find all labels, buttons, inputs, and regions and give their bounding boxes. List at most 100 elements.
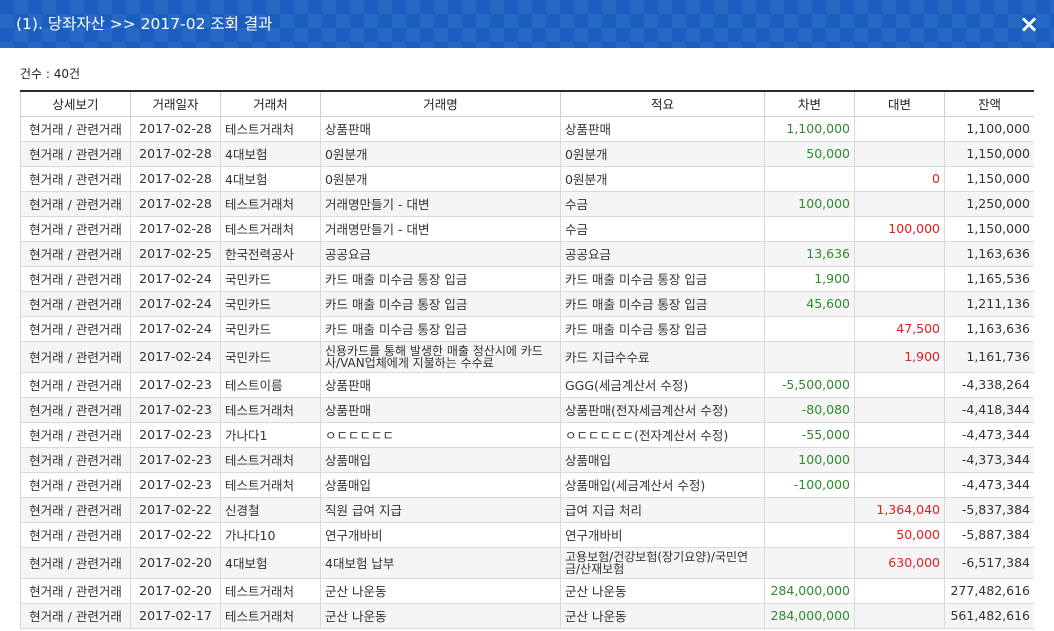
cell-memo: 고용보험/건강보험(장기요양)/국민연금/산재보험	[560, 546, 765, 579]
cell-balance: 1,150,000	[944, 140, 1034, 167]
dialog-title: (1). 당좌자산 >> 2017-02 조회 결과	[16, 15, 273, 33]
cell-transaction-name: 카드 매출 미수금 통장 입금	[320, 315, 561, 342]
cell-transaction-name: 연구개바비	[320, 521, 561, 548]
table-row[interactable]: 현거래 / 관련거래 2017-02-23 테스트거래처 상품매입 상품매입(세금계산서…	[20, 471, 1034, 498]
cell-transaction-name: 카드 매출 미수금 통장 입금	[320, 290, 561, 317]
cell-date: 2017-02-24	[130, 290, 221, 317]
cell-debit: -80,080	[764, 396, 855, 423]
table-row[interactable]: 현거래 / 관련거래 2017-02-24 국민카드 카드 매출 미수금 통장 입금 카…	[20, 290, 1034, 317]
cell-credit	[854, 265, 945, 292]
table-row[interactable]: 현거래 / 관련거래 2017-02-22 신경철 직원 급여 지급 급여 지급 처리 1…	[20, 496, 1034, 523]
cell-debit: 50,000	[764, 140, 855, 167]
cell-detail-link[interactable]: 현거래 / 관련거래	[20, 240, 131, 267]
cell-balance: -6,517,384	[944, 546, 1034, 579]
table-row[interactable]: 현거래 / 관련거래 2017-02-20 4대보험 4대보험 납부 고용보험/건강보험…	[20, 546, 1034, 579]
cell-date: 2017-02-23	[130, 421, 221, 448]
cell-balance: -4,373,344	[944, 446, 1034, 473]
column-header-debit[interactable]: 차변	[764, 92, 855, 117]
cell-memo: 상품매입(세금계산서 수정)	[560, 471, 765, 498]
table-row[interactable]: 현거래 / 관련거래 2017-02-25 한국전력공사 공공요금 공공요금 13,636…	[20, 240, 1034, 267]
cell-debit: 100,000	[764, 446, 855, 473]
cell-memo: 공공요금	[560, 240, 765, 267]
cell-credit	[854, 396, 945, 423]
cell-debit	[764, 315, 855, 342]
cell-date: 2017-02-20	[130, 577, 221, 604]
cell-memo: 카드 지급수수료	[560, 340, 765, 373]
cell-detail-link[interactable]: 현거래 / 관련거래	[20, 315, 131, 342]
table-row[interactable]: 현거래 / 관련거래 2017-02-28 테스트거래처 거래명만들기 - 대변 수금 1…	[20, 215, 1034, 242]
table-row[interactable]: 현거래 / 관련거래 2017-02-17 테스트거래처 군산 나운동 군산 나운동 28…	[20, 602, 1034, 629]
cell-detail-link[interactable]: 현거래 / 관련거래	[20, 265, 131, 292]
table-row[interactable]: 현거래 / 관련거래 2017-02-28 4대보험 0원분개 0원분개 0 1,150,0…	[20, 165, 1034, 192]
cell-detail-link[interactable]: 현거래 / 관련거래	[20, 602, 131, 629]
cell-memo: 상품판매	[560, 115, 765, 142]
column-header-balance[interactable]: 잔액	[944, 92, 1034, 117]
cell-detail-link[interactable]: 현거래 / 관련거래	[20, 190, 131, 217]
cell-date: 2017-02-23	[130, 371, 221, 398]
cell-date: 2017-02-17	[130, 602, 221, 629]
cell-credit	[854, 240, 945, 267]
cell-balance: 1,163,636	[944, 315, 1034, 342]
cell-detail-link[interactable]: 현거래 / 관련거래	[20, 496, 131, 523]
cell-date: 2017-02-28	[130, 190, 221, 217]
cell-detail-link[interactable]: 현거래 / 관련거래	[20, 140, 131, 167]
cell-credit: 1,364,040	[854, 496, 945, 523]
cell-date: 2017-02-24	[130, 265, 221, 292]
cell-balance: 1,211,136	[944, 290, 1034, 317]
cell-memo: 카드 매출 미수금 통장 입금	[560, 265, 765, 292]
cell-balance: 1,150,000	[944, 215, 1034, 242]
cell-detail-link[interactable]: 현거래 / 관련거래	[20, 165, 131, 192]
column-header-name[interactable]: 거래명	[320, 92, 561, 117]
cell-partner: 테스트거래처	[220, 577, 321, 604]
table-row[interactable]: 현거래 / 관련거래 2017-02-28 테스트거래처 거래명만들기 - 대변 수금 1…	[20, 190, 1034, 217]
cell-detail-link[interactable]: 현거래 / 관련거래	[20, 115, 131, 142]
cell-detail-link[interactable]: 현거래 / 관련거래	[20, 446, 131, 473]
table-row[interactable]: 현거래 / 관련거래 2017-02-20 테스트거래처 군산 나운동 군산 나운동 28…	[20, 577, 1034, 604]
cell-detail-link[interactable]: 현거래 / 관련거래	[20, 396, 131, 423]
cell-debit: -100,000	[764, 471, 855, 498]
cell-detail-link[interactable]: 현거래 / 관련거래	[20, 340, 131, 373]
cell-transaction-name: 0원분개	[320, 165, 561, 192]
cell-debit	[764, 215, 855, 242]
record-count: 건수 : 40건	[20, 67, 81, 81]
cell-detail-link[interactable]: 현거래 / 관련거래	[20, 215, 131, 242]
column-header-partner[interactable]: 거래처	[220, 92, 321, 117]
cell-detail-link[interactable]: 현거래 / 관련거래	[20, 546, 131, 579]
cell-detail-link[interactable]: 현거래 / 관련거래	[20, 521, 131, 548]
cell-memo: 급여 지급 처리	[560, 496, 765, 523]
cell-detail-link[interactable]: 현거래 / 관련거래	[20, 371, 131, 398]
cell-debit	[764, 546, 855, 579]
cell-detail-link[interactable]: 현거래 / 관련거래	[20, 290, 131, 317]
column-header-detail[interactable]: 상세보기	[20, 92, 131, 117]
table-row[interactable]: 현거래 / 관련거래 2017-02-28 테스트거래처 상품판매 상품판매 1,100,…	[20, 115, 1034, 142]
close-icon[interactable]: ×	[1014, 9, 1044, 39]
cell-detail-link[interactable]: 현거래 / 관련거래	[20, 471, 131, 498]
table-row[interactable]: 현거래 / 관련거래 2017-02-24 국민카드 카드 매출 미수금 통장 입금 카…	[20, 315, 1034, 342]
column-header-credit[interactable]: 대변	[854, 92, 945, 117]
cell-credit	[854, 290, 945, 317]
cell-transaction-name: 직원 급여 지급	[320, 496, 561, 523]
table-row[interactable]: 현거래 / 관련거래 2017-02-28 4대보험 0원분개 0원분개 50,000 1,…	[20, 140, 1034, 167]
table-row[interactable]: 현거래 / 관련거래 2017-02-23 테스트거래처 상품판매 상품판매(전자세금계…	[20, 396, 1034, 423]
cell-memo: GGG(세금계산서 수정)	[560, 371, 765, 398]
cell-balance: 1,165,536	[944, 265, 1034, 292]
table-row[interactable]: 현거래 / 관련거래 2017-02-24 국민카드 카드 매출 미수금 통장 입금 카…	[20, 265, 1034, 292]
cell-debit	[764, 496, 855, 523]
column-header-memo[interactable]: 적요	[560, 92, 765, 117]
table-row[interactable]: 현거래 / 관련거래 2017-02-22 가나다10 연구개바비 연구개바비 50,00…	[20, 521, 1034, 548]
cell-date: 2017-02-25	[130, 240, 221, 267]
cell-credit	[854, 190, 945, 217]
table-row[interactable]: 현거래 / 관련거래 2017-02-23 테스트거래처 상품매입 상품매입 100,00…	[20, 446, 1034, 473]
cell-memo: 카드 매출 미수금 통장 입금	[560, 290, 765, 317]
cell-detail-link[interactable]: 현거래 / 관련거래	[20, 577, 131, 604]
table-row[interactable]: 현거래 / 관련거래 2017-02-24 국민카드 신용카드를 통해 발생한 매출 …	[20, 340, 1034, 373]
cell-balance: -4,473,344	[944, 421, 1034, 448]
column-header-date[interactable]: 거래일자	[130, 92, 221, 117]
cell-detail-link[interactable]: 현거래 / 관련거래	[20, 421, 131, 448]
table-row[interactable]: 현거래 / 관련거래 2017-02-23 가나다1 ㅇㄷㄷㄷㄷㄷ ㅇㄷㄷㄷㄷㄷ(전자계…	[20, 421, 1034, 448]
cell-transaction-name: 상품매입	[320, 471, 561, 498]
cell-date: 2017-02-24	[130, 315, 221, 342]
table-row[interactable]: 현거래 / 관련거래 2017-02-23 테스트이름 상품판매 GGG(세금계산서 수…	[20, 371, 1034, 398]
cell-date: 2017-02-23	[130, 471, 221, 498]
results-grid-container: 상세보기 거래일자 거래처 거래명 적요 차변 대변 잔액 현거래 / 관련거래…	[20, 90, 1034, 631]
